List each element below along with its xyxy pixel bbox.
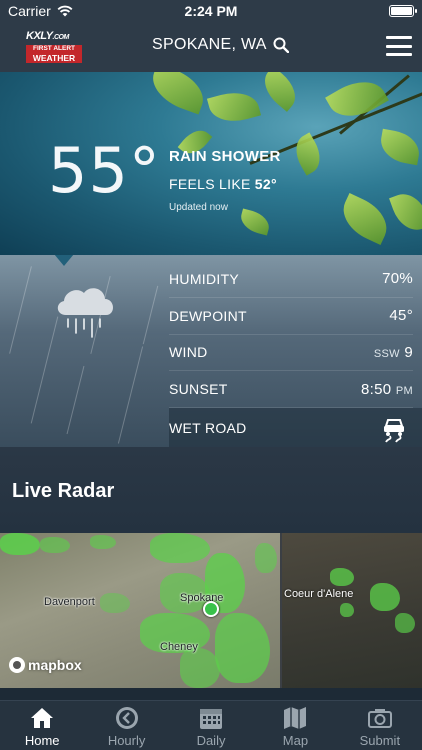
status-bar: Carrier 2:24 PM xyxy=(0,0,422,22)
tab-daily[interactable]: Daily xyxy=(169,701,253,750)
humidity-label: HUMIDITY xyxy=(169,270,240,287)
hamburger-menu-icon[interactable] xyxy=(386,36,412,56)
tab-map-label: Map xyxy=(282,733,309,748)
location-label: SPOKANE, WA xyxy=(152,36,267,53)
sunset-row: SUNSET 8:50 PM xyxy=(169,371,413,409)
dewpoint-row: DEWPOINT 45° xyxy=(169,298,413,335)
tab-hourly-label: Hourly xyxy=(107,733,146,748)
current-temperature: 55° xyxy=(48,134,161,207)
dewpoint-label: DEWPOINT xyxy=(169,307,247,324)
map-label-coeur-dalene: Coeur d'Alene xyxy=(284,588,354,600)
battery-icon xyxy=(389,5,417,17)
wind-label: WIND xyxy=(169,344,208,361)
feels-like-value: 52° xyxy=(254,176,277,192)
station-logo[interactable]: KXLY.COM FIRST ALERT WEATHER xyxy=(26,30,86,64)
camera-icon xyxy=(367,709,392,728)
humidity-row: HUMIDITY 70% xyxy=(169,261,413,298)
rain-cloud-icon xyxy=(57,288,114,338)
radar-section-header: Live Radar xyxy=(0,447,422,533)
map-label-cheney: Cheney xyxy=(160,641,198,653)
current-conditions: 55° RAIN SHOWER FEELS LIKE 52° Updated n… xyxy=(0,72,422,255)
wet-road-alert[interactable]: WET ROAD xyxy=(169,408,422,447)
wind-direction: SSW xyxy=(373,347,400,360)
bottom-tab-bar: Home Hourly Daily Map Submit xyxy=(0,700,422,750)
home-icon xyxy=(31,708,54,728)
tab-daily-label: Daily xyxy=(196,733,226,748)
dewpoint-value: 45° xyxy=(389,307,413,325)
tab-home[interactable]: Home xyxy=(0,701,84,750)
radar-map[interactable]: Davenport Spokane Coeur d'Alene Cheney m… xyxy=(0,533,422,688)
wifi-icon xyxy=(57,5,73,17)
map-label-davenport: Davenport xyxy=(44,596,95,608)
app-header: KXLY.COM FIRST ALERT WEATHER SPOKANE, WA xyxy=(0,22,422,72)
mapbox-logo-icon xyxy=(9,657,25,673)
radar-title: Live Radar xyxy=(12,480,115,502)
wind-speed: 9 xyxy=(404,343,413,361)
map-label-spokane: Spokane xyxy=(180,592,224,604)
condition-label: RAIN SHOWER xyxy=(169,148,281,165)
tab-map[interactable]: Map xyxy=(253,701,337,750)
humidity-value: 70% xyxy=(382,270,413,288)
search-icon xyxy=(273,37,289,53)
mapbox-attribution: mapbox xyxy=(9,657,82,673)
tab-submit[interactable]: Submit xyxy=(338,701,422,750)
calendar-icon xyxy=(200,709,223,729)
map-icon xyxy=(284,707,307,729)
feels-like: FEELS LIKE 52° xyxy=(169,176,277,192)
location-pin-icon[interactable] xyxy=(203,601,219,617)
slippery-road-icon xyxy=(384,418,404,442)
sunset-time: 8:50 xyxy=(361,380,392,398)
tab-submit-label: Submit xyxy=(359,733,401,748)
conditions-details: HUMIDITY 70% DEWPOINT 45° WIND SSW 9 SUN… xyxy=(0,255,422,447)
location-selector[interactable]: SPOKANE, WA xyxy=(152,36,289,54)
wet-road-label: WET ROAD xyxy=(169,419,247,436)
tab-home-label: Home xyxy=(24,733,60,748)
wind-row: WIND SSW 9 xyxy=(169,335,413,372)
clock-back-icon xyxy=(115,707,138,729)
sunset-label: SUNSET xyxy=(169,381,228,398)
carrier-label: Carrier xyxy=(8,3,51,19)
tab-hourly[interactable]: Hourly xyxy=(84,701,168,750)
updated-timestamp: Updated now xyxy=(169,202,228,213)
